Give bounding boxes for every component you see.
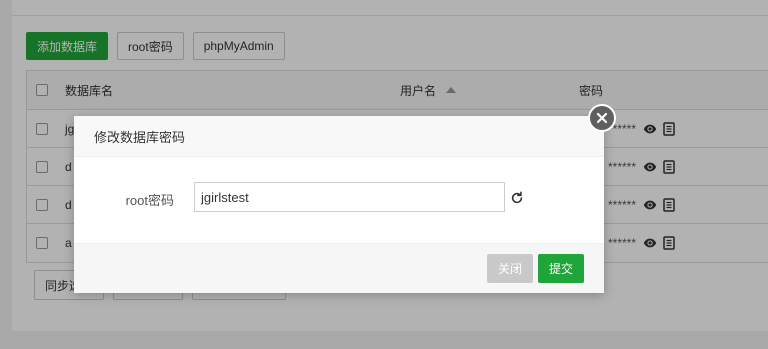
submit-button[interactable]: 提交 [538, 254, 584, 283]
close-icon[interactable] [588, 104, 616, 132]
dialog-title: 修改数据库密码 [94, 129, 186, 145]
dialog-header: 修改数据库密码 [74, 116, 604, 157]
root-password-input[interactable] [194, 182, 505, 212]
dialog-body: root密码 [74, 157, 604, 243]
root-password-label: root密码 [125, 193, 174, 208]
change-password-dialog: 修改数据库密码 root密码 关闭 提交 [74, 116, 604, 293]
dialog-footer: 关闭 提交 [74, 243, 604, 293]
close-button[interactable]: 关闭 [487, 254, 533, 283]
refresh-icon[interactable] [510, 191, 524, 205]
